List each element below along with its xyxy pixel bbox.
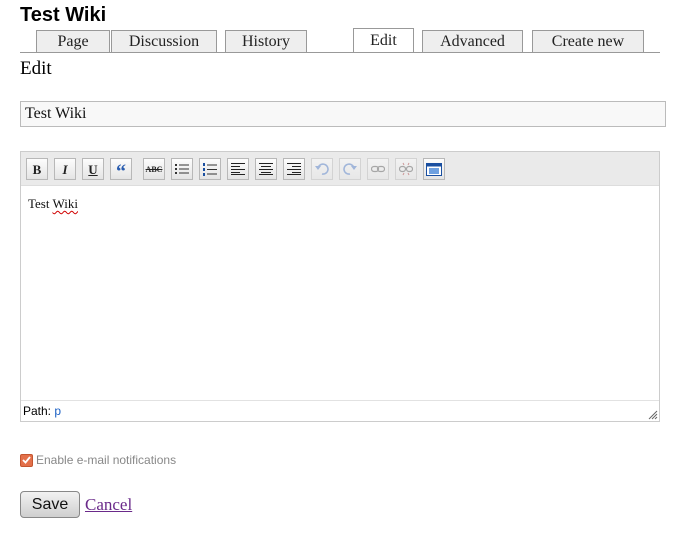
editor-text-word-1: Test — [28, 196, 50, 211]
align-left-button[interactable] — [227, 158, 249, 180]
tab-advanced[interactable]: Advanced — [422, 30, 523, 52]
checkmark-icon — [22, 456, 31, 464]
resize-handle-icon[interactable] — [648, 410, 658, 420]
editor-content[interactable]: Test Wiki — [21, 186, 659, 400]
bold-button[interactable]: B — [26, 158, 48, 180]
redo-icon — [343, 163, 357, 175]
align-center-icon — [259, 163, 273, 175]
strikethrough-button[interactable]: ABC — [143, 158, 165, 180]
align-center-button[interactable] — [255, 158, 277, 180]
cancel-link[interactable]: Cancel — [85, 495, 132, 515]
tab-discussion[interactable]: Discussion — [111, 30, 217, 52]
email-notification-label: Enable e-mail notifications — [36, 453, 177, 467]
strikethrough-icon: ABC — [145, 164, 163, 174]
italic-icon: I — [62, 161, 68, 177]
bullet-list-button[interactable] — [171, 158, 193, 180]
link-icon — [371, 165, 385, 173]
align-right-icon — [287, 163, 301, 175]
path-element-link[interactable]: p — [54, 404, 61, 418]
email-notification-option: Enable e-mail notifications — [20, 453, 176, 467]
email-notification-checkbox[interactable] — [20, 453, 33, 467]
unlink-button[interactable] — [395, 158, 417, 180]
section-title: Edit — [20, 58, 52, 79]
editor-toolbar: B I U “ ABC — [21, 152, 659, 186]
editor-text: Test Wiki — [28, 196, 78, 211]
link-button[interactable] — [367, 158, 389, 180]
undo-button[interactable] — [311, 158, 333, 180]
redo-button[interactable] — [339, 158, 361, 180]
html-source-icon — [426, 162, 442, 176]
align-right-button[interactable] — [283, 158, 305, 180]
title-input[interactable] — [20, 101, 666, 127]
underline-button[interactable]: U — [82, 158, 104, 180]
italic-button[interactable]: I — [54, 158, 76, 180]
bullet-list-icon — [175, 164, 189, 174]
unlink-icon — [399, 162, 413, 176]
underline-icon: U — [88, 161, 98, 177]
quote-icon: “ — [116, 161, 126, 183]
tab-create-new[interactable]: Create new — [532, 30, 644, 52]
align-left-icon — [231, 163, 245, 175]
tab-page[interactable]: Page — [36, 30, 110, 52]
editor-statusbar: Path: p — [21, 400, 659, 421]
page-title: Test Wiki — [20, 4, 107, 26]
tab-edit[interactable]: Edit — [353, 28, 414, 52]
rich-text-editor: B I U “ ABC Test Wiki Path: p — [20, 151, 660, 422]
tab-bar: Page Discussion History Edit Advanced Cr… — [20, 28, 660, 53]
editor-text-word-2: Wiki — [52, 196, 78, 211]
tab-history[interactable]: History — [225, 30, 307, 52]
path-label: Path: — [23, 404, 52, 418]
bold-icon: B — [32, 161, 42, 177]
numbered-list-button[interactable] — [199, 158, 221, 180]
html-source-button[interactable] — [423, 158, 445, 180]
numbered-list-icon — [203, 162, 217, 176]
undo-icon — [315, 163, 329, 175]
save-button[interactable]: Save — [20, 491, 80, 518]
blockquote-button[interactable]: “ — [110, 158, 132, 183]
